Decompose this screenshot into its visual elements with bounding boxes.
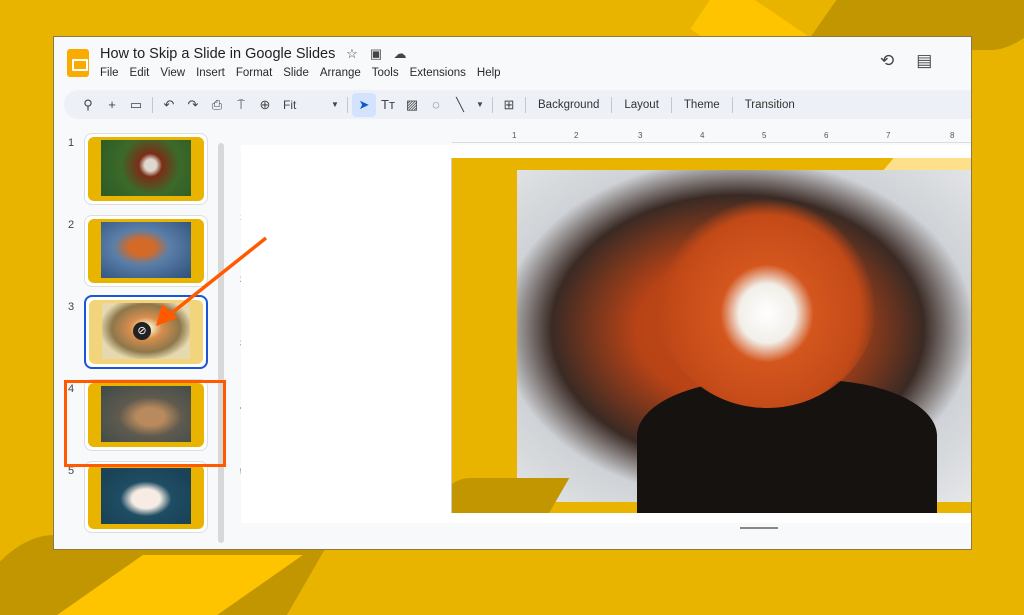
annotation-arrow bbox=[156, 236, 268, 326]
arrow-head bbox=[156, 304, 178, 326]
arrow-line bbox=[166, 236, 268, 318]
